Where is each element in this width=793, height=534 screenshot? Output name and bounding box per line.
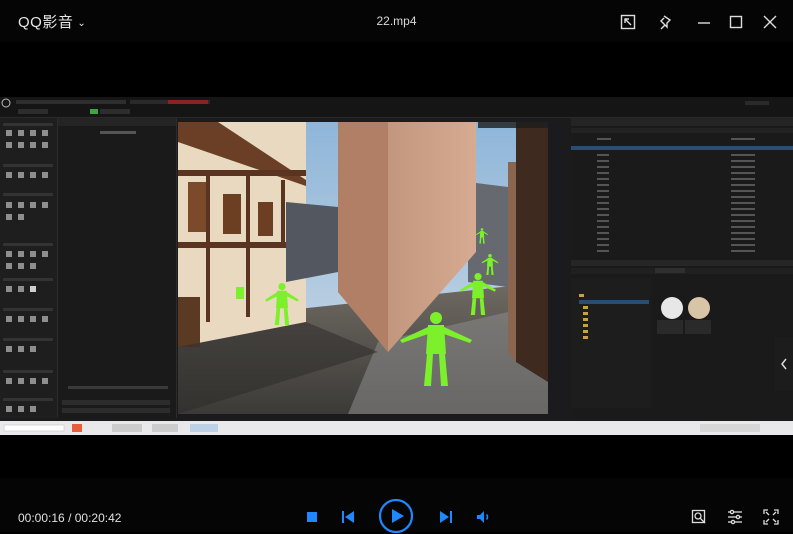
screenshot-button[interactable] bbox=[616, 10, 640, 34]
screenshot-icon bbox=[620, 14, 636, 30]
editor-details-graphics bbox=[58, 118, 176, 413]
close-button[interactable] bbox=[758, 10, 782, 34]
settings-button[interactable] bbox=[725, 507, 745, 527]
volume-icon bbox=[477, 511, 489, 523]
editor-outliner-graphics bbox=[571, 118, 793, 408]
game-scene bbox=[178, 122, 548, 414]
fullscreen-icon bbox=[763, 509, 779, 525]
editor-modes-panel bbox=[0, 118, 58, 418]
time-separator: / bbox=[68, 511, 75, 525]
windows-taskbar bbox=[0, 421, 793, 435]
play-button[interactable] bbox=[378, 498, 414, 534]
stop-button[interactable] bbox=[302, 507, 322, 527]
game-viewport[interactable] bbox=[178, 122, 548, 414]
close-icon bbox=[763, 15, 777, 29]
time-current: 00:00:16 bbox=[18, 511, 65, 525]
zoom-icon bbox=[691, 509, 706, 524]
editor-outliner-and-content bbox=[571, 118, 793, 418]
video-frame[interactable] bbox=[0, 97, 793, 435]
editor-details-panel bbox=[58, 118, 177, 418]
time-total: 00:20:42 bbox=[74, 511, 122, 525]
zoom-button[interactable] bbox=[689, 507, 709, 527]
chevron-left-icon bbox=[781, 358, 787, 370]
player-title-bar: QQ影音 ⌄ 22.mp4 bbox=[0, 0, 793, 42]
editor-modes-icons bbox=[3, 123, 53, 412]
maximize-button[interactable] bbox=[724, 10, 748, 34]
minimize-icon bbox=[698, 22, 710, 24]
previous-icon bbox=[342, 511, 354, 523]
equalizer-icon bbox=[728, 509, 742, 525]
play-icon bbox=[378, 498, 414, 534]
volume-button[interactable] bbox=[474, 507, 494, 527]
editor-toolbar bbox=[0, 97, 793, 118]
stop-icon bbox=[307, 512, 317, 522]
previous-button[interactable] bbox=[338, 507, 358, 527]
minimize-button[interactable] bbox=[692, 10, 716, 34]
next-button[interactable] bbox=[436, 507, 456, 527]
time-display: 00:00:16 / 00:20:42 bbox=[18, 511, 121, 525]
taskbar-graphics bbox=[3, 424, 760, 432]
pin-button[interactable] bbox=[654, 10, 678, 34]
pin-icon bbox=[660, 15, 672, 30]
fullscreen-button[interactable] bbox=[761, 507, 781, 527]
editor-toolbar-graphics bbox=[1, 98, 769, 114]
playlist-toggle-button[interactable] bbox=[775, 337, 793, 391]
maximize-icon bbox=[729, 15, 743, 29]
next-icon bbox=[440, 511, 452, 523]
